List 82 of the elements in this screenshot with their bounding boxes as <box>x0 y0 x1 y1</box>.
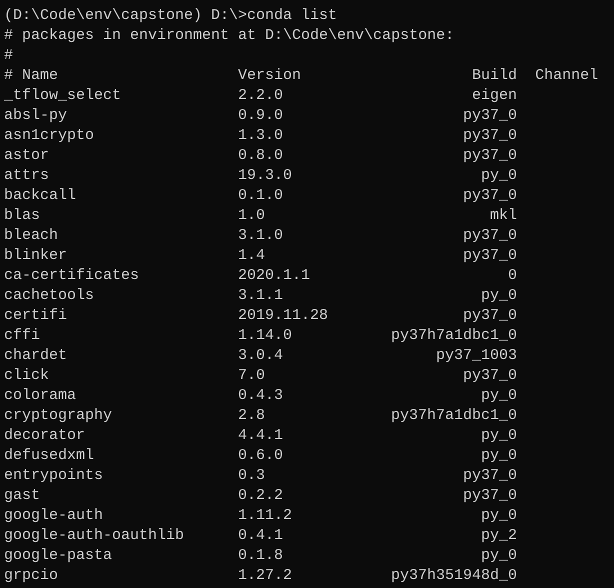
package-version: 0.8.0 <box>238 147 284 164</box>
package-build: py37_0 <box>463 367 518 384</box>
column-header: Build <box>472 67 518 84</box>
package-name: blinker <box>4 247 68 264</box>
package-build: py_0 <box>481 287 518 304</box>
package-version: 19.3.0 <box>238 167 292 184</box>
package-name: asn1crypto <box>4 127 94 144</box>
package-name: cffi <box>4 327 40 344</box>
package-build: mkl <box>490 207 518 224</box>
package-build: py_0 <box>481 427 518 444</box>
package-version: 1.0 <box>238 207 266 224</box>
package-version: 1.3.0 <box>238 127 284 144</box>
package-version: 0.2.2 <box>238 487 284 504</box>
package-name: entrypoints <box>4 467 104 484</box>
package-build: py37_0 <box>463 187 518 204</box>
package-name: grpcio <box>4 567 58 584</box>
package-build: py_0 <box>481 547 518 564</box>
package-version: 1.27.2 <box>238 567 292 584</box>
package-version: 2.8 <box>238 407 266 424</box>
package-build: py_0 <box>481 447 518 464</box>
package-build: py37_1003 <box>436 347 518 364</box>
package-build: py37h351948d_0 <box>391 567 518 584</box>
package-version: 3.1.1 <box>238 287 284 304</box>
package-version: 0.1.8 <box>238 547 284 564</box>
package-version: 3.0.4 <box>238 347 284 364</box>
console-line: (D:\Code\env\capstone) D:\>conda list <box>4 7 338 24</box>
console-line: # <box>4 47 14 64</box>
package-build: py37h7a1dbc1_0 <box>391 407 518 424</box>
package-name: colorama <box>4 387 76 404</box>
package-version: 0.6.0 <box>238 447 284 464</box>
package-name: certifi <box>4 307 68 324</box>
package-name: attrs <box>4 167 50 184</box>
column-header: Channel <box>535 67 598 84</box>
package-version: 0.4.1 <box>238 527 284 544</box>
package-build: py_0 <box>481 507 518 524</box>
package-build: py37h7a1dbc1_0 <box>391 327 518 344</box>
package-version: 2019.11.28 <box>238 307 328 324</box>
package-version: 4.4.1 <box>238 427 284 444</box>
package-version: 1.11.2 <box>238 507 292 524</box>
package-build: py37_0 <box>463 307 518 324</box>
package-name: _tflow_select <box>4 87 122 104</box>
package-name: gast <box>4 487 40 504</box>
package-name: defusedxml <box>4 447 94 464</box>
package-name: absl-py <box>4 107 68 124</box>
package-build: py37_0 <box>463 227 518 244</box>
package-build: 0 <box>508 267 518 284</box>
package-build: py37_0 <box>463 107 518 124</box>
package-build: py37_0 <box>463 147 518 164</box>
console-line: # packages in environment at D:\Code\env\capstone: <box>4 27 454 44</box>
package-build: py37_0 <box>463 247 518 264</box>
package-version: 1.14.0 <box>238 327 292 344</box>
package-build: py_0 <box>481 167 518 184</box>
package-version: 2020.1.1 <box>238 267 310 284</box>
package-name: click <box>4 367 50 384</box>
package-version: 1.4 <box>238 247 266 264</box>
column-header: # Name <box>4 67 58 84</box>
package-version: 3.1.0 <box>238 227 284 244</box>
package-build: py_2 <box>481 527 518 544</box>
package-name: cachetools <box>4 287 94 304</box>
package-version: 0.1.0 <box>238 187 284 204</box>
package-version: 2.2.0 <box>238 87 284 104</box>
package-name: astor <box>4 147 50 164</box>
package-name: google-auth <box>4 507 104 524</box>
package-version: 0.3 <box>238 467 266 484</box>
column-header: Version <box>238 67 302 84</box>
package-name: ca-certificates <box>4 267 140 284</box>
package-build: py37_0 <box>463 467 518 484</box>
package-version: 0.9.0 <box>238 107 284 124</box>
package-build: py37_0 <box>463 127 518 144</box>
package-name: blas <box>4 207 40 224</box>
package-version: 0.4.3 <box>238 387 284 404</box>
package-name: google-auth-oauthlib <box>4 527 184 544</box>
package-build: py37_0 <box>463 487 518 504</box>
package-name: cryptography <box>4 407 112 424</box>
package-version: 7.0 <box>238 367 266 384</box>
package-name: chardet <box>4 347 68 364</box>
package-build: py_0 <box>481 387 518 404</box>
package-name: backcall <box>4 187 76 204</box>
package-name: google-pasta <box>4 547 112 564</box>
package-build: eigen <box>472 87 518 104</box>
package-name: bleach <box>4 227 58 244</box>
package-name: decorator <box>4 427 86 444</box>
